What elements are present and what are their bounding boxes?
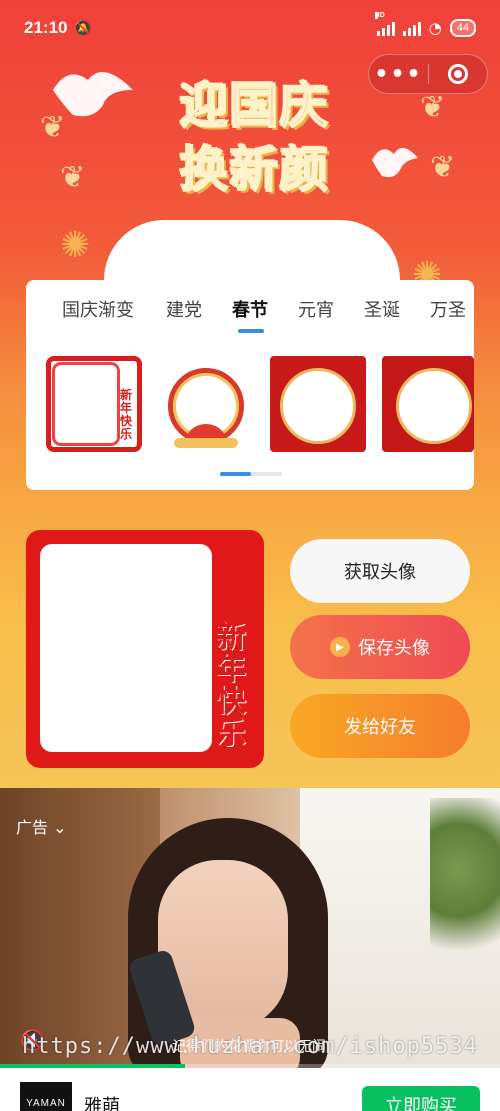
- laurel-left-2-icon: ❦: [60, 160, 86, 195]
- status-time: 21:10: [24, 18, 68, 37]
- active-tab-indicator: [238, 329, 264, 333]
- tab-jiandang[interactable]: 建党: [166, 296, 202, 322]
- plant-image: [430, 798, 500, 978]
- video-camera-icon: ▶: [330, 637, 350, 657]
- status-icons: HD ◔ 44: [374, 12, 476, 37]
- carousel-indicator: [220, 472, 282, 476]
- signal-2-icon: [402, 20, 421, 36]
- status-bar: 21:10 🔕 HD ◔ 44: [0, 0, 500, 56]
- dove-small-icon: [372, 147, 418, 178]
- video-ad[interactable]: 广告 ⌄ 🔇 记得们的花期你可以无闹: [0, 788, 500, 1068]
- more-icon[interactable]: •••: [369, 62, 428, 87]
- preview-frame-text: 新年快乐: [216, 620, 246, 751]
- laurel-right-2-icon: ❦: [430, 150, 456, 185]
- frame-thumb-3[interactable]: [270, 356, 366, 452]
- close-miniprogram-icon[interactable]: [429, 64, 487, 84]
- get-avatar-label: 获取头像: [344, 562, 416, 583]
- ad-footer: YAMAN 雅萌 立即购买: [0, 1068, 500, 1111]
- banner-title-line2: 换新颜: [179, 141, 330, 199]
- frame-thumb-text: 新年快乐: [120, 388, 133, 441]
- tab-yuanxiao[interactable]: 元宵: [298, 296, 334, 322]
- mute-bell-icon: 🔕: [73, 19, 93, 37]
- save-avatar-button[interactable]: ▶ 保存头像: [290, 615, 470, 679]
- ad-label[interactable]: 广告 ⌄: [16, 814, 67, 838]
- laurel-left-icon: ❦: [40, 110, 66, 145]
- ad-label-text: 广告: [16, 818, 49, 837]
- tab-wansheng[interactable]: 万圣: [430, 296, 466, 322]
- chevron-down-icon: ⌄: [53, 818, 67, 837]
- banner-title-line1: 迎国庆: [179, 77, 330, 135]
- send-friend-button[interactable]: 发给好友: [290, 694, 470, 758]
- tab-chunjie[interactable]: 春节: [232, 296, 268, 322]
- frame-thumb-2[interactable]: [158, 356, 254, 452]
- avatar-placeholder[interactable]: [40, 544, 212, 752]
- save-avatar-label: 保存头像: [358, 638, 430, 659]
- frame-thumb-4[interactable]: [382, 356, 474, 452]
- send-friend-label: 发给好友: [344, 717, 416, 738]
- frame-thumb-1[interactable]: 新年快乐: [46, 356, 142, 452]
- tab-shengdan[interactable]: 圣诞: [364, 296, 400, 322]
- frame-picker-card: 国庆渐变 建党 春节 元宵 圣诞 万圣 新年快乐: [26, 280, 474, 490]
- signal-icon: HD: [374, 12, 395, 36]
- tab-guoqing-gradient[interactable]: 国庆渐变: [62, 296, 134, 322]
- avatar-preview: 新年快乐: [26, 530, 264, 768]
- signal-hd-label: HD: [374, 12, 385, 19]
- battery-icon: 44: [449, 19, 476, 37]
- miniprogram-capsule: •••: [368, 54, 488, 94]
- watermark: https://www.huzhan.com/ishop5534: [22, 1034, 478, 1059]
- firework-left-icon: ✺: [60, 225, 91, 266]
- brand-logo[interactable]: YAMAN: [20, 1082, 72, 1111]
- laurel-right-icon: ❦: [420, 90, 446, 125]
- buy-now-button[interactable]: 立即购买: [362, 1086, 480, 1111]
- get-avatar-button[interactable]: 获取头像: [290, 539, 470, 603]
- wifi-icon: ◔: [428, 19, 442, 37]
- brand-name[interactable]: 雅萌: [84, 1092, 120, 1111]
